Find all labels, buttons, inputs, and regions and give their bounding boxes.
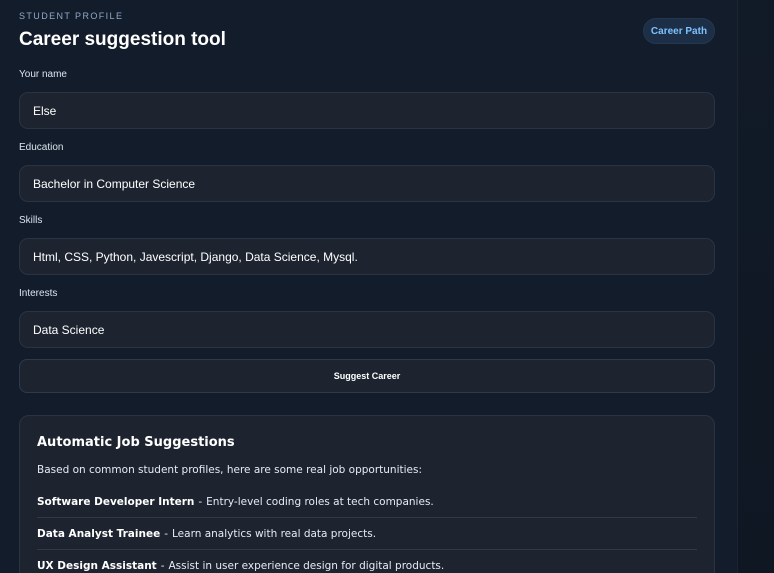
job-suggestions-card: Automatic Job Suggestions Based on commo… [19,415,715,573]
education-input[interactable] [19,165,715,202]
suggest-career-button[interactable]: Suggest Career [19,359,715,393]
suggestions-intro: Based on common student profiles, here a… [37,464,423,476]
page-title: Career suggestion tool [19,29,226,50]
job-role: Data Analyst Trainee [37,527,161,540]
job-item: UX Design Assistant - Assist in user exp… [37,550,697,573]
job-description: Learn analytics with real data projects. [172,527,377,540]
name-label: Your name [19,69,67,80]
job-role: UX Design Assistant [37,559,157,572]
main-panel: STUDENT PROFILE Career suggestion tool C… [0,0,737,573]
career-path-button[interactable]: Career Path [643,18,715,44]
name-input[interactable] [19,92,715,129]
interests-input[interactable] [19,311,715,348]
skills-input[interactable] [19,238,715,275]
skills-label: Skills [19,215,43,226]
interests-label: Interests [19,288,58,299]
job-separator: - [164,527,169,540]
background-edge [737,0,774,573]
job-separator: - [160,559,165,572]
job-role: Software Developer Intern [37,495,195,508]
job-description: Entry-level coding roles at tech compani… [206,495,434,508]
job-item: Software Developer Intern - Entry-level … [37,486,697,518]
job-separator: - [198,495,203,508]
education-label: Education [19,142,64,153]
page: STUDENT PROFILE Career suggestion tool C… [0,0,774,573]
job-description: Assist in user experience design for dig… [168,559,445,572]
suggestions-title: Automatic Job Suggestions [37,435,235,450]
job-item: Data Analyst Trainee - Learn analytics w… [37,518,697,550]
section-eyebrow: STUDENT PROFILE [19,11,124,21]
